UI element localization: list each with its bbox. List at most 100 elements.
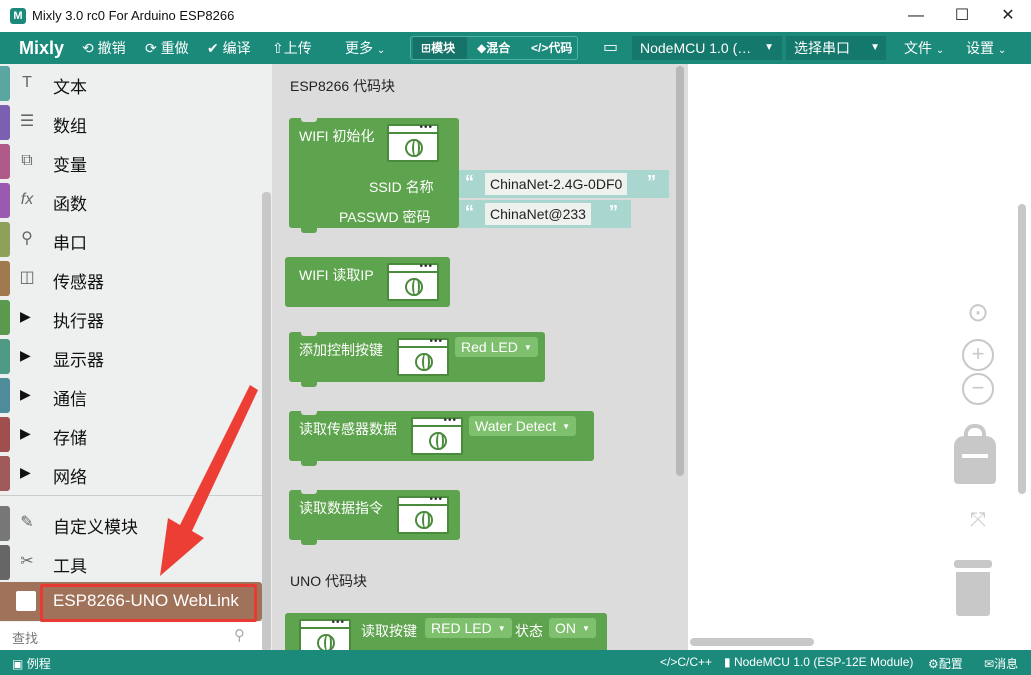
serial-plug-icon: ⚲ (21, 230, 33, 247)
expand-triangle-icon: ▶ (20, 425, 31, 441)
view-mode-switch: ⊞模块 ◆混合 </>代码 (410, 36, 578, 60)
redo-icon: ⟳ (145, 40, 157, 56)
wifi-read-ip-block[interactable]: WIFI 读取IP ••• (285, 257, 450, 307)
mode-code-label: 代码 (548, 41, 573, 55)
more-menu[interactable]: 更多 ⌄ (345, 32, 385, 64)
plugin-icon (16, 591, 36, 611)
passwd-string-block[interactable]: “ ChinaNet@233 ” (459, 200, 631, 228)
flyout-scrollbar[interactable] (676, 66, 684, 476)
mode-blocks-tab[interactable]: ⊞模块 (413, 37, 467, 59)
minimize-button[interactable]: — (893, 0, 939, 32)
caret-down-icon: ▼ (582, 624, 590, 634)
category-label: 数组 (53, 117, 87, 136)
port-select[interactable]: 选择串口 ▼ (786, 36, 886, 60)
wifi-init-block[interactable]: WIFI 初始化 ••• SSID 名称 PASSWD 密码 (289, 117, 459, 228)
messages-button[interactable]: ✉消息 (984, 655, 1018, 672)
web-globe-icon: ••• (387, 261, 439, 301)
annotation-arrow (160, 385, 258, 576)
led-dropdown[interactable]: Red LED ▼ (455, 337, 538, 357)
panel-toggle-icon[interactable]: ▭ (603, 32, 618, 64)
category-label: 函数 (53, 195, 87, 214)
read-sensor-block[interactable]: 读取传感器数据 ••• Water Detect ▼ (289, 410, 594, 461)
settings-menu[interactable]: 设置 ⌄ (966, 32, 1006, 64)
caret-down-icon: ▼ (764, 42, 774, 53)
read-command-block[interactable]: 读取数据指令 ••• (289, 489, 460, 540)
block-flyout: ESP8266 代码块 WIFI 初始化 ••• SSID 名称 PASSWD … (272, 64, 688, 650)
block-label: 添加控制按键 (299, 342, 383, 358)
category-label: 网络 (53, 468, 87, 487)
ssid-value[interactable]: ChinaNet-2.4G-0DF0 (485, 173, 628, 195)
category-text[interactable]: T 文本 (0, 64, 262, 103)
key-dropdown[interactable]: RED LED ▼ (425, 618, 512, 638)
maximize-button[interactable]: ☐ (939, 0, 985, 32)
web-globe-icon: ••• (397, 494, 449, 534)
state-dropdown[interactable]: ON ▼ (549, 618, 596, 638)
category-color-bar (0, 105, 10, 140)
web-globe-icon: ••• (387, 122, 439, 162)
code-icon: </> (660, 655, 678, 669)
recenter-icon[interactable]: ⊙ (962, 296, 994, 328)
category-variable[interactable]: ⧉ 变量 (0, 142, 262, 181)
search-input[interactable]: 查找 ⚲ (0, 622, 262, 650)
category-sensor[interactable]: ◫ 传感器 (0, 259, 262, 298)
mode-mixed-tab[interactable]: ◆混合 (471, 37, 523, 59)
category-color-bar (0, 339, 10, 374)
zoom-out-icon[interactable]: − (962, 373, 994, 405)
tools-icon: ✂ (20, 553, 34, 570)
status-bar: ▣ 例程 </>C/C++ ▮ NodeMCU 1.0 (ESP-12E Mod… (0, 650, 1031, 675)
expand-triangle-icon: ▶ (20, 464, 31, 480)
undo-label: 撤销 (97, 40, 126, 56)
file-menu-label: 文件 (904, 40, 932, 56)
search-icon[interactable]: ⚲ (234, 626, 245, 644)
compile-label: 编译 (222, 40, 251, 56)
backpack-icon[interactable] (954, 424, 996, 484)
board-indicator[interactable]: ▮ NodeMCU 1.0 (ESP-12E Module) (724, 655, 913, 669)
upload-arrow-icon: ⇧ (272, 40, 284, 56)
caret-down-icon: ▼ (562, 422, 571, 432)
dropdown-value: ON (555, 620, 576, 636)
block-label: 读取数据指令 (299, 500, 383, 516)
examples-button[interactable]: ▣ 例程 (12, 655, 51, 672)
category-serial[interactable]: ⚲ 串口 (0, 220, 262, 259)
undo-button[interactable]: ⟲ 撤销 (82, 32, 126, 64)
app-logo-icon: M (10, 8, 26, 24)
sidebar-scrollbar[interactable] (262, 192, 271, 652)
passwd-value[interactable]: ChinaNet@233 (485, 203, 591, 225)
web-globe-icon: ••• (397, 336, 449, 376)
passwd-label: PASSWD 密码 (339, 209, 431, 225)
workspace-horizontal-scrollbar[interactable] (690, 638, 814, 646)
ssid-label: SSID 名称 (369, 179, 434, 195)
category-display[interactable]: ▶ 显示器 (0, 337, 262, 376)
upload-label: 上传 (283, 40, 312, 56)
block-notch (301, 117, 317, 122)
title-bar: M Mixly 3.0 rc0 For Arduino ESP8266 — ☐ … (0, 0, 1031, 32)
board-select[interactable]: NodeMCU 1.0 (… ▼ (632, 36, 782, 60)
category-actuator[interactable]: ▶ 执行器 (0, 298, 262, 337)
open-quote-icon: “ (465, 172, 474, 192)
fullscreen-icon[interactable]: ⤧ (964, 506, 992, 534)
file-menu[interactable]: 文件 ⌄ (904, 32, 944, 64)
add-control-button-block[interactable]: 添加控制按键 ••• Red LED ▼ (289, 331, 545, 382)
workspace-vertical-scrollbar[interactable] (1018, 204, 1026, 494)
mode-code-tab[interactable]: </>代码 (527, 37, 577, 59)
gear-icon: ⚙ (928, 657, 939, 671)
blockly-workspace[interactable]: ⊙ + − ⤧ (688, 64, 1031, 650)
window-title: Mixly 3.0 rc0 For Arduino ESP8266 (32, 8, 235, 23)
compile-button[interactable]: ✔ 编译 (207, 32, 251, 64)
config-button[interactable]: ⚙配置 (928, 655, 963, 672)
read-key-block[interactable]: ••• 读取按键 RED LED ▼ 状态 ON ▼ (285, 613, 607, 650)
ssid-string-block[interactable]: “ ChinaNet-2.4G-0DF0 ” (459, 170, 669, 198)
sensor-dropdown[interactable]: Water Detect ▼ (469, 416, 577, 436)
zoom-in-icon[interactable]: + (962, 339, 994, 371)
category-color-bar (0, 417, 10, 452)
category-function[interactable]: fx 函数 (0, 181, 262, 220)
category-array[interactable]: ☰ 数组 (0, 103, 262, 142)
redo-button[interactable]: ⟳ 重做 (145, 32, 189, 64)
expand-triangle-icon: ▶ (20, 308, 31, 324)
pen-icon: ✎ (20, 514, 34, 531)
language-indicator[interactable]: </>C/C++ (660, 655, 712, 669)
close-button[interactable]: ✕ (985, 0, 1031, 32)
trash-icon[interactable] (952, 560, 994, 618)
upload-button[interactable]: ⇧上传 (272, 32, 312, 64)
category-label: 自定义模块 (53, 518, 138, 537)
